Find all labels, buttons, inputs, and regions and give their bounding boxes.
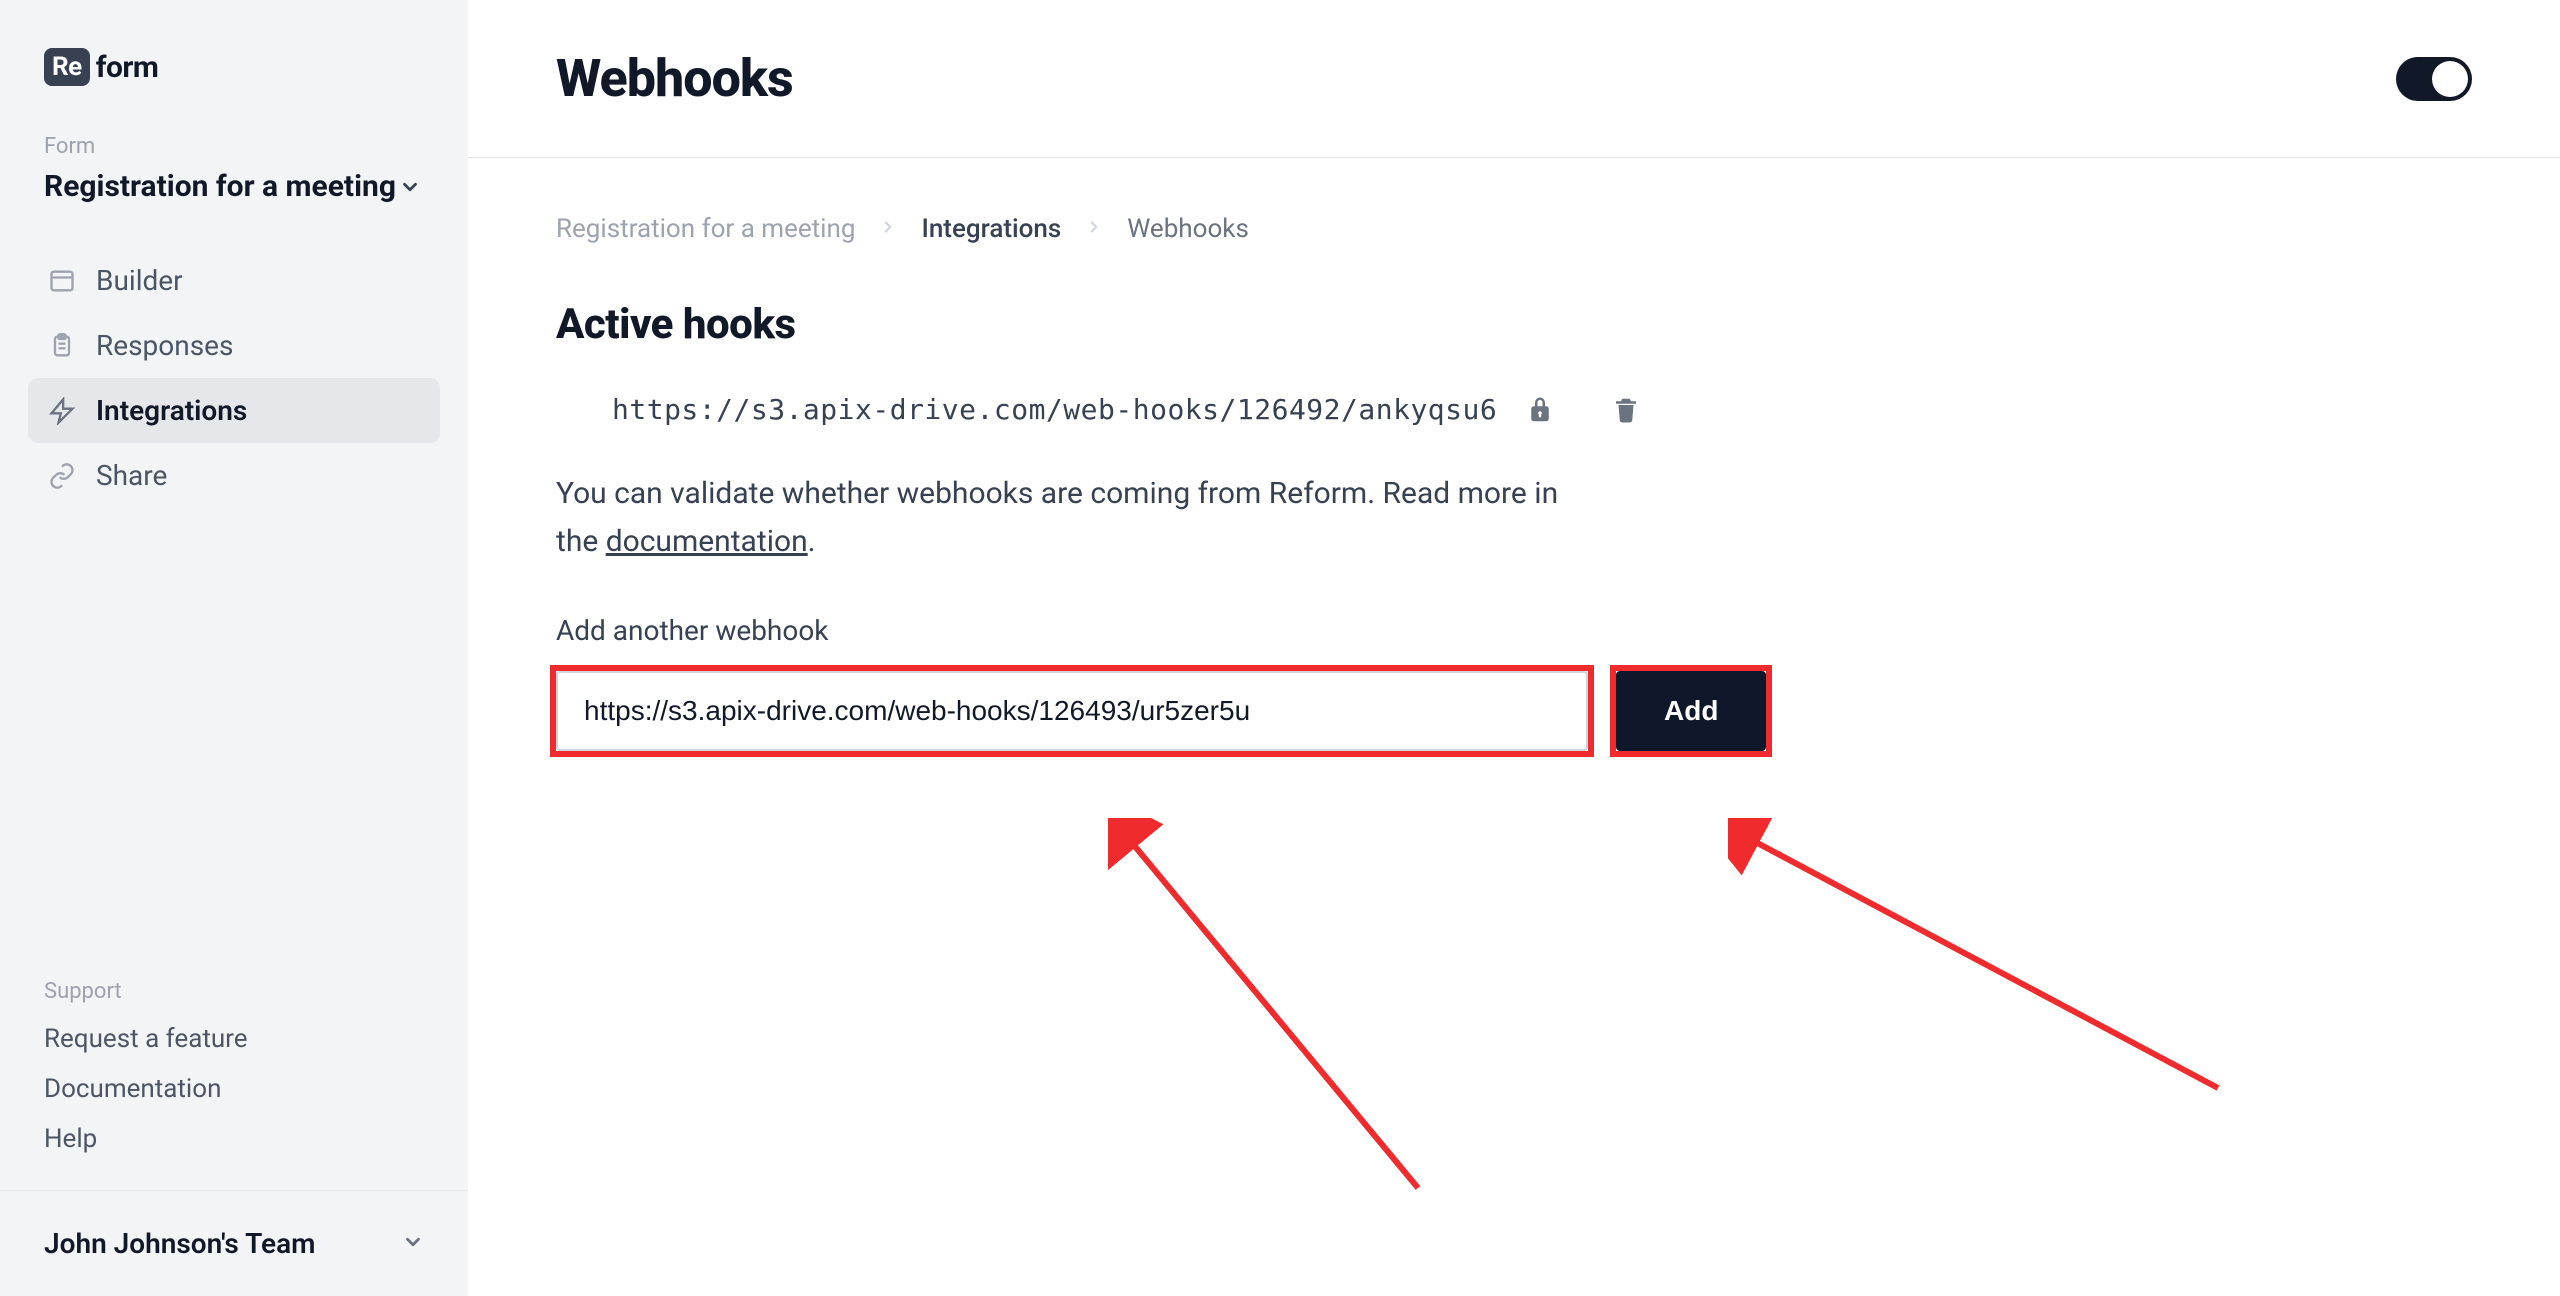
add-button[interactable]: Add	[1616, 671, 1766, 751]
support-link-help[interactable]: Help	[44, 1124, 424, 1154]
sidebar-item-label: Integrations	[96, 394, 247, 427]
content: Registration for a meeting Integrations …	[468, 158, 2560, 807]
page-header: Webhooks	[468, 0, 2560, 158]
annotation-arrow	[1728, 818, 2228, 1098]
main: Webhooks Registration for a meeting Inte…	[468, 0, 2560, 1296]
sidebar-item-integrations[interactable]: Integrations	[28, 378, 440, 443]
hook-row: https://s3.apix-drive.com/web-hooks/1264…	[556, 393, 2472, 426]
sidebar-item-label: Builder	[96, 264, 183, 297]
sidebar-form-label: Form	[0, 134, 468, 169]
chevron-right-icon	[1085, 217, 1103, 242]
logo[interactable]: Reform	[0, 48, 468, 134]
active-hooks-title: Active hooks	[556, 300, 2472, 349]
add-webhook-row: Add	[556, 671, 2472, 751]
validate-text: You can validate whether webhooks are co…	[556, 470, 1596, 566]
window-icon	[48, 267, 76, 295]
webhook-url-input[interactable]	[556, 671, 1588, 751]
toggle-knob	[2432, 61, 2468, 97]
support-link-request-feature[interactable]: Request a feature	[44, 1024, 424, 1054]
form-selector-text: Registration for a meeting	[44, 169, 396, 204]
webhook-url-input-wrap	[556, 671, 1588, 751]
webhooks-toggle[interactable]	[2396, 57, 2472, 101]
logo-text: form	[96, 50, 159, 85]
sidebar-nav: Builder Responses Integrations Share	[0, 248, 468, 508]
support-link-documentation[interactable]: Documentation	[44, 1074, 424, 1104]
documentation-link[interactable]: documentation	[606, 524, 808, 559]
sidebar-item-share[interactable]: Share	[28, 443, 440, 508]
breadcrumb-mid[interactable]: Integrations	[921, 214, 1061, 244]
sidebar: Reform Form Registration for a meeting B…	[0, 0, 468, 1296]
add-button-wrap: Add	[1616, 671, 1766, 751]
page-title: Webhooks	[556, 48, 793, 109]
breadcrumb-root[interactable]: Registration for a meeting	[556, 214, 855, 244]
chevron-right-icon	[879, 217, 897, 242]
team-name: John Johnson's Team	[44, 1227, 315, 1260]
bolt-icon	[48, 397, 76, 425]
support-label: Support	[44, 979, 424, 1004]
trash-icon[interactable]	[1611, 395, 1641, 425]
hook-actions	[1525, 395, 1641, 425]
sidebar-item-responses[interactable]: Responses	[28, 313, 440, 378]
link-icon	[48, 462, 76, 490]
form-selector[interactable]: Registration for a meeting	[0, 169, 468, 248]
lock-icon[interactable]	[1525, 395, 1555, 425]
validate-suffix: .	[808, 524, 816, 559]
breadcrumb-current: Webhooks	[1127, 214, 1249, 244]
breadcrumb: Registration for a meeting Integrations …	[556, 214, 2472, 244]
support-block: Support Request a feature Documentation …	[0, 979, 468, 1190]
sidebar-item-label: Responses	[96, 329, 233, 362]
clipboard-icon	[48, 332, 76, 360]
chevron-down-icon	[402, 1231, 424, 1257]
team-selector[interactable]: John Johnson's Team	[0, 1190, 468, 1296]
add-webhook-label: Add another webhook	[556, 614, 2472, 647]
logo-badge: Re	[44, 48, 90, 86]
sidebar-item-label: Share	[96, 459, 167, 492]
hook-url: https://s3.apix-drive.com/web-hooks/1264…	[612, 393, 1497, 426]
annotation-arrow	[1108, 818, 1428, 1198]
chevron-down-icon	[396, 173, 424, 201]
sidebar-item-builder[interactable]: Builder	[28, 248, 440, 313]
